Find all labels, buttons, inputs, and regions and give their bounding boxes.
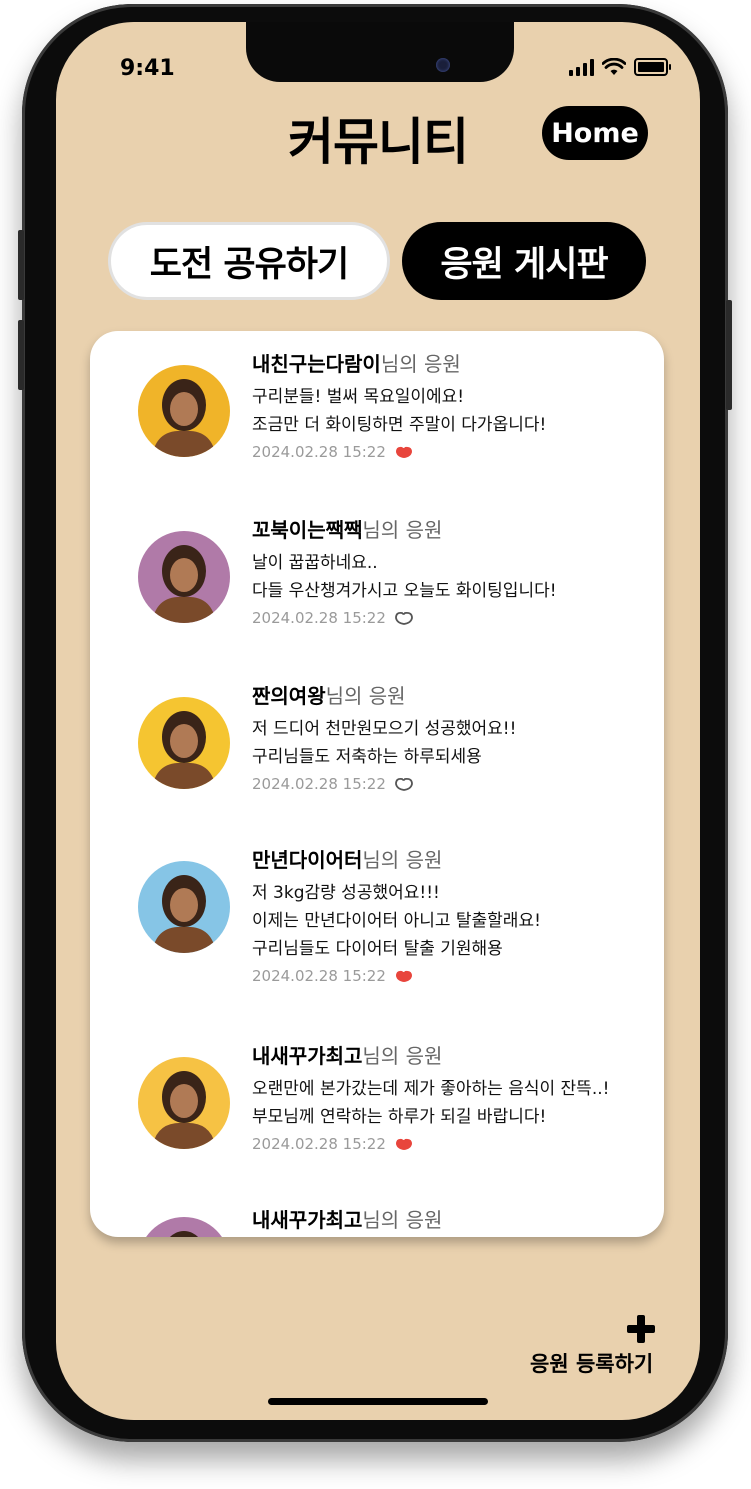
post-header: 만년다이어터님의 응원	[252, 847, 652, 873]
post-text-line: 부모님께 연락하는 하루가 되길 바랍니다!	[252, 1107, 547, 1127]
notch	[246, 22, 514, 82]
post-body: 꼬북이는짹짹님의 응원날이 꿉꿉하네요.. 다들 우산챙겨가시고 오늘도 화이팅입…	[252, 517, 652, 627]
post-text-line: 저 3kg감량 성공했어요!!!	[252, 883, 440, 903]
post-timestamp: 2024.02.28 15:22	[252, 1135, 386, 1153]
post-meta: 2024.02.28 15:22	[252, 775, 652, 793]
post-header: 내친구는다람이님의 응원	[252, 351, 652, 377]
post-author: 짠의여왕	[252, 684, 326, 708]
avatar	[138, 1057, 230, 1149]
post-header: 꼬북이는짹짹님의 응원	[252, 517, 652, 543]
post-body: 내친구는다람이님의 응원구리분들! 벌써 목요일이에요! 조금만 더 화이팅하면 …	[252, 351, 652, 461]
post-header: 짠의여왕님의 응원	[252, 683, 652, 709]
signal-icon	[569, 58, 594, 76]
avatar	[138, 531, 230, 623]
post-author-suffix: 님의 응원	[362, 848, 443, 872]
post-meta: 2024.02.28 15:22	[252, 609, 652, 627]
post-text-line: 조금만 더 화이팅하면 주말이 다가옵니다!	[252, 415, 547, 435]
avatar	[138, 697, 230, 789]
post-text-line: 구리분들! 벌써 목요일이에요!	[252, 387, 465, 407]
post-timestamp: 2024.02.28 15:22	[252, 967, 386, 985]
post-text-line: 이제는 만년다이어터 아니고 탈출할래요!	[252, 911, 541, 931]
add-cheer-button[interactable]: 응원 등록하기	[530, 1348, 653, 1378]
cheer-feed: 내친구는다람이님의 응원 구리분들! 벌써 목요일이에요! 조금만 더 화이팅하면 …	[90, 331, 664, 1237]
post-author: 꼬북이는짹짹	[252, 518, 363, 542]
post-timestamp: 2024.02.28 15:22	[252, 609, 386, 627]
post-text-line: 오랜만에 본가갔는데 제가 좋아하는 음식이 잔뜩..!	[252, 1079, 610, 1099]
tab-cheer-board[interactable]: 응원 게시판	[402, 222, 646, 300]
post-meta: 2024.02.28 15:22	[252, 967, 652, 985]
post-text-line: 구리님들도 저축하는 하루되세용	[252, 747, 482, 767]
post-timestamp: 2024.02.28 15:22	[252, 775, 386, 793]
post-author: 내새꾸가최고	[252, 1044, 363, 1068]
volume-down-button	[18, 320, 24, 390]
post-meta: 2024.02.28 15:22	[252, 1135, 652, 1153]
post-author: 내친구는다람이	[252, 352, 381, 376]
post-header: 내새꾸가최고님의 응원	[252, 1043, 652, 1069]
cheer-reaction-icon[interactable]	[394, 611, 414, 625]
post-author-suffix: 님의 응원	[325, 684, 406, 708]
add-icon[interactable]	[626, 1314, 656, 1344]
home-indicator	[268, 1398, 488, 1405]
cheer-reaction-icon[interactable]	[394, 1137, 414, 1151]
post-author-suffix: 님의 응원	[380, 352, 461, 376]
post-author-suffix: 님의 응원	[362, 1044, 443, 1068]
post-author-suffix: 님의 응원	[362, 1208, 443, 1232]
post-body: 짠의여왕님의 응원저 드디어 천만원모으기 성공했어요!! 구리님들도 저축하는 …	[252, 683, 652, 793]
post-text-line: 구리님들도 다이어터 탈출 기원해용	[252, 939, 503, 959]
post-author-suffix: 님의 응원	[362, 518, 443, 542]
avatar	[138, 1217, 230, 1237]
status-time: 9:41	[120, 56, 175, 81]
post-body: 만년다이어터님의 응원저 3kg감량 성공했어요!!! 이제는 만년다이어터 아니…	[252, 847, 652, 985]
status-icons	[569, 58, 671, 76]
avatar	[138, 365, 230, 457]
screen: 9:41 커뮤니티 Home 도전 공유하기 응원 게시판 내친구는다람이님의 …	[56, 22, 700, 1420]
tab-challenge-share[interactable]: 도전 공유하기	[108, 222, 390, 300]
cheer-reaction-icon[interactable]	[394, 969, 414, 983]
post-author: 만년다이어터	[252, 848, 363, 872]
post-header: 내새꾸가최고님의 응원	[252, 1207, 652, 1233]
wifi-icon	[602, 58, 626, 75]
post-body: 내새꾸가최고님의 응원	[252, 1207, 652, 1233]
post-timestamp: 2024.02.28 15:22	[252, 443, 386, 461]
post-body: 내새꾸가최고님의 응원오랜만에 본가갔는데 제가 좋아하는 음식이 잔뜩..! 부…	[252, 1043, 652, 1153]
camera-icon	[436, 58, 450, 72]
avatar	[138, 861, 230, 953]
post-text-line: 다들 우산챙겨가시고 오늘도 화이팅입니다!	[252, 581, 557, 601]
home-button[interactable]: Home	[542, 106, 648, 160]
power-button	[726, 300, 732, 410]
battery-icon	[634, 58, 671, 76]
post-meta: 2024.02.28 15:22	[252, 443, 652, 461]
cheer-reaction-icon[interactable]	[394, 445, 414, 459]
volume-up-button	[18, 230, 24, 300]
post-text-line: 저 드디어 천만원모으기 성공했어요!!	[252, 719, 517, 739]
post-text-line: 날이 꿉꿉하네요..	[252, 553, 378, 573]
post-author: 내새꾸가최고	[252, 1208, 363, 1232]
cheer-reaction-icon[interactable]	[394, 777, 414, 791]
